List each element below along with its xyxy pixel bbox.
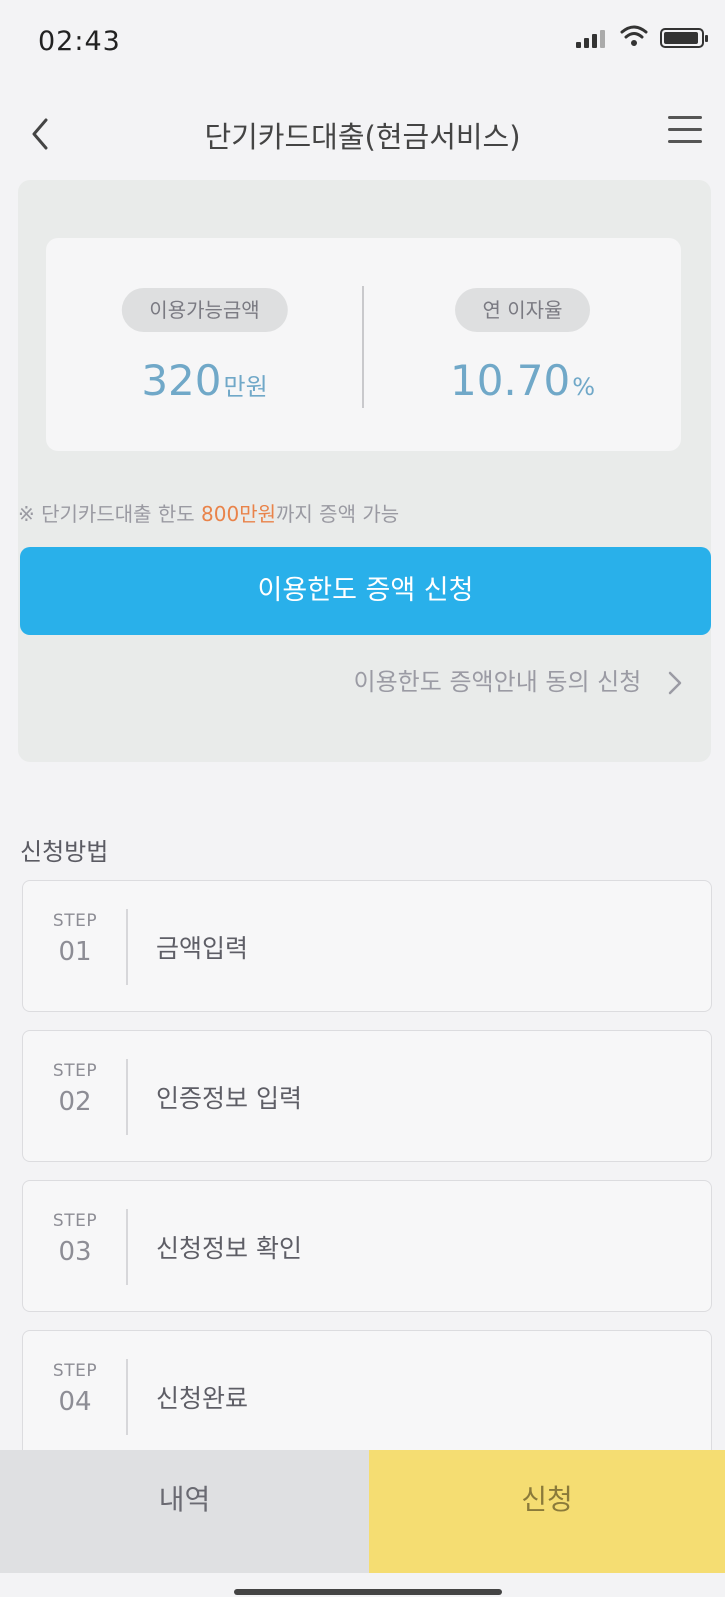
limit-note-prefix: ※ 단기카드대출 한도 — [18, 502, 202, 526]
consent-link-label: 이용한도 증액안내 동의 신청 — [353, 668, 642, 696]
apply-button[interactable]: 신청 — [369, 1450, 725, 1573]
menu-icon[interactable] — [668, 116, 704, 146]
status-bar: 02:43 — [0, 0, 725, 80]
step-card: STEP 04 신청완료 — [22, 1330, 712, 1462]
loan-summary-panel: 이용가능금액 320만원 연 이자율 10.70% ※ 단기카드대출 한도 80… — [18, 180, 711, 762]
step-card: STEP 02 인증정보 입력 — [22, 1030, 712, 1162]
available-amount-number: 320 — [141, 356, 222, 405]
available-amount-value: 320만원 — [46, 356, 363, 405]
signal-icon — [576, 30, 606, 48]
interest-rate-label: 연 이자율 — [454, 288, 591, 332]
screen: 02:43 단기카드대출(현금서비스) 이용가능금액 320만원 연 이자율 1… — [0, 0, 725, 1597]
interest-rate-value: 10.70% — [364, 356, 681, 405]
step-divider — [126, 1359, 128, 1435]
info-card: 이용가능금액 320만원 연 이자율 10.70% — [46, 238, 681, 451]
step-number: 03 — [58, 1237, 92, 1267]
history-button[interactable]: 내역 — [0, 1450, 369, 1573]
step-label: STEP 04 — [23, 1361, 127, 1417]
step-number: 02 — [58, 1087, 92, 1117]
step-word: STEP — [52, 1211, 98, 1231]
step-divider — [126, 1209, 128, 1285]
available-amount: 이용가능금액 320만원 — [46, 238, 363, 451]
chevron-right-icon — [668, 671, 682, 695]
header: 단기카드대출(현금서비스) — [0, 100, 725, 170]
status-time: 02:43 — [38, 26, 121, 57]
consent-link[interactable]: 이용한도 증액안내 동의 신청 — [354, 662, 684, 697]
step-number: 04 — [58, 1387, 92, 1417]
section-title: 신청방법 — [20, 838, 109, 866]
step-title: 인증정보 입력 — [156, 1084, 302, 1113]
step-number: 01 — [58, 937, 92, 967]
step-word: STEP — [52, 1361, 98, 1381]
step-label: STEP 01 — [23, 911, 127, 967]
limit-note-suffix: 까지 증액 가능 — [276, 502, 400, 526]
limit-increase-button[interactable]: 이용한도 증액 신청 — [20, 547, 711, 635]
step-word: STEP — [52, 1061, 98, 1081]
home-indicator[interactable] — [234, 1589, 502, 1595]
bottom-bar: 내역 신청 — [0, 1450, 725, 1573]
step-word: STEP — [52, 911, 98, 931]
battery-icon — [660, 28, 708, 48]
interest-rate: 연 이자율 10.70% — [364, 238, 681, 451]
step-title: 신청완료 — [156, 1384, 249, 1413]
step-divider — [126, 1059, 128, 1135]
available-amount-label: 이용가능금액 — [121, 288, 288, 332]
available-amount-unit: 만원 — [223, 373, 268, 401]
step-card: STEP 03 신청정보 확인 — [22, 1180, 712, 1312]
interest-rate-number: 10.70 — [449, 356, 571, 405]
step-card: STEP 01 금액입력 — [22, 880, 712, 1012]
step-title: 신청정보 확인 — [156, 1234, 302, 1263]
limit-note: ※ 단기카드대출 한도 800만원까지 증액 가능 — [18, 498, 399, 527]
interest-rate-unit: % — [572, 373, 596, 401]
limit-note-highlight: 800만원 — [201, 502, 277, 526]
step-label: STEP 03 — [23, 1211, 127, 1267]
step-label: STEP 02 — [23, 1061, 127, 1117]
step-divider — [126, 909, 128, 985]
page-title: 단기카드대출(현금서비스) — [204, 120, 521, 154]
wifi-icon — [620, 25, 648, 46]
step-title: 금액입력 — [156, 934, 249, 963]
